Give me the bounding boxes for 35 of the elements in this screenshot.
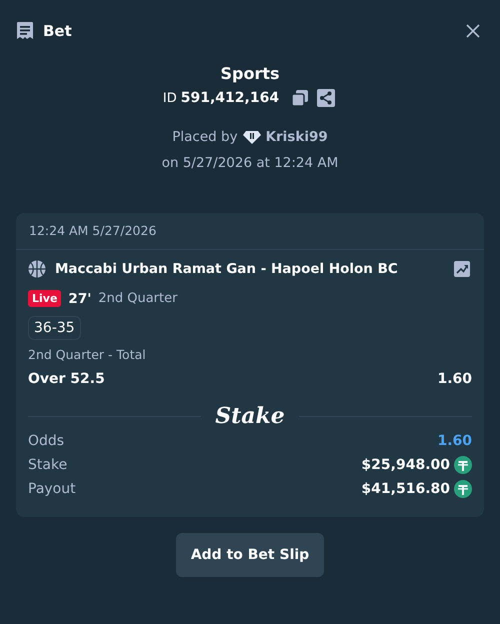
- share-icon: [317, 89, 336, 107]
- match-minute: 27': [68, 290, 92, 306]
- live-badge: Live: [28, 290, 62, 307]
- receipt-icon: [16, 21, 34, 41]
- event-link[interactable]: Maccabi Urban Ramat Gan - Hapoel Holon BC: [55, 261, 398, 277]
- placed-date: on 5/27/2026 at 12:24 AM: [160, 155, 340, 171]
- dialog-title: Bet: [43, 22, 72, 40]
- add-to-bet-slip-button[interactable]: Add to Bet Slip: [176, 533, 324, 577]
- odds-value: 1.60: [437, 433, 472, 449]
- placed-by-label: Placed by: [172, 129, 238, 145]
- amount-value: $25,948.00: [361, 457, 450, 473]
- copy-icon: [291, 89, 310, 107]
- basketball-icon: [28, 260, 46, 278]
- diamond-icon: [242, 129, 261, 145]
- total-label: Odds: [28, 433, 64, 449]
- id-label: ID: [162, 90, 177, 106]
- close-icon: [466, 24, 480, 38]
- chart-icon: [454, 261, 470, 277]
- total-label: Payout: [28, 481, 76, 497]
- bet-id: 591,412,164: [180, 90, 280, 106]
- share-button[interactable]: [315, 89, 338, 107]
- match-period: 2nd Quarter: [98, 291, 178, 306]
- coin-icon: [454, 480, 472, 498]
- market-name: 2nd Quarter - Total: [28, 347, 147, 362]
- selection-name: Over 52.5: [28, 371, 105, 387]
- amount-value: $41,516.80: [361, 481, 450, 497]
- bet-timestamp: 12:24 AM 5/27/2026: [16, 213, 484, 250]
- brand-logo: Stake: [215, 403, 285, 429]
- coin-icon: [454, 456, 472, 474]
- stats-button[interactable]: [452, 261, 472, 277]
- total-label: Stake: [28, 457, 68, 473]
- username-link[interactable]: Kriski99: [266, 129, 328, 145]
- selection-odds: 1.60: [437, 371, 472, 387]
- match-score: 36-35: [28, 316, 81, 340]
- bet-category: Sports: [219, 64, 281, 83]
